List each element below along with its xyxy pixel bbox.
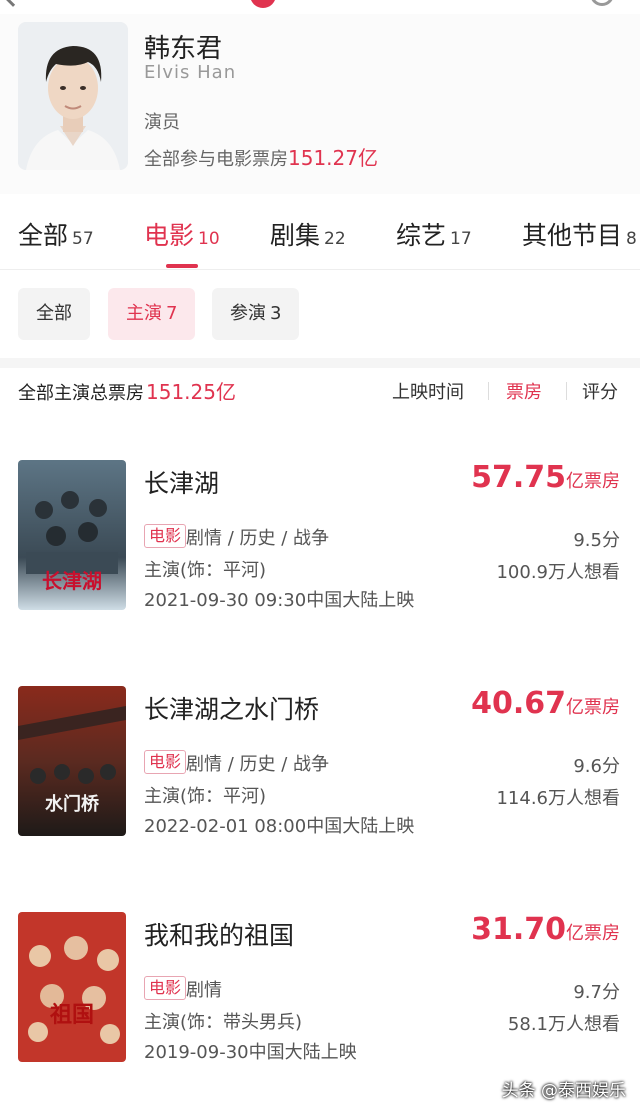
filter-all[interactable]: 全部 <box>18 288 90 340</box>
box-office-value: 57.75 <box>471 460 566 495</box>
movie-want-to-see: 100.9万人想看 <box>496 562 620 583</box>
movie-release-date: 2022-02-01 08:00中国大陆上映 <box>144 816 415 837</box>
movie-box-office: 40.67亿票房 <box>471 686 620 721</box>
back-chevron-icon[interactable] <box>3 0 23 7</box>
actor-english-name: Elvis Han <box>144 62 237 83</box>
movie-genres: 剧情 / 历史 / 战争 <box>186 528 330 549</box>
tab-label: 全部 <box>18 221 69 250</box>
movie-want-to-see: 114.6万人想看 <box>496 788 620 809</box>
actor-name: 韩东君 <box>144 34 223 64</box>
actor-role: 演员 <box>144 112 180 133</box>
role-filters: 全部 主演 7 参演 3 <box>0 270 640 358</box>
movie-genres: 剧情 <box>186 980 222 1001</box>
filter-label: 参演 <box>230 303 266 324</box>
box-office-unit: 亿票房 <box>566 697 620 718</box>
poster-title: 水门桥 <box>45 793 100 815</box>
tab-series[interactable]: 剧集 22 <box>270 216 346 252</box>
poster-title: 祖国 <box>50 1003 94 1028</box>
actor-profile: 韩东君 Elvis Han 演员 全部参与电影票房151.27亿 <box>0 14 640 194</box>
section-divider <box>0 358 640 368</box>
tab-label: 综艺 <box>396 221 447 250</box>
lead-box-office-summary: 全部主演总票房 151.25亿 <box>18 376 236 405</box>
avatar <box>18 22 128 170</box>
sort-box-office[interactable]: 票房 <box>506 378 542 404</box>
tab-count: 22 <box>324 229 346 249</box>
filter-count: 7 <box>166 303 178 324</box>
summary-label: 全部主演总票房 <box>18 383 144 404</box>
movie-title[interactable]: 长津湖之水门桥 <box>144 690 319 726</box>
filter-count: 3 <box>270 303 282 324</box>
poster-title: 长津湖 <box>42 569 102 593</box>
movie-box-office: 57.75亿票房 <box>471 460 620 495</box>
movie-score: 9.5分 <box>573 530 620 551</box>
circle-icon[interactable] <box>590 0 614 6</box>
box-office-value: 31.70 <box>471 912 566 947</box>
filter-label: 主演 <box>126 303 162 324</box>
tab-variety[interactable]: 综艺 17 <box>396 216 472 252</box>
tab-label: 剧集 <box>270 221 321 250</box>
box-office-value: 40.67 <box>471 686 566 721</box>
movie-type-tag: 电影 <box>144 750 187 774</box>
tab-label: 其他节目 <box>522 221 623 250</box>
sort-rating[interactable]: 评分 <box>582 378 618 404</box>
movie-want-to-see: 58.1万人想看 <box>507 1014 620 1035</box>
movie-poster[interactable]: 祖国 <box>18 912 126 1062</box>
red-circle-icon <box>250 0 276 8</box>
movie-type-tag: 电影 <box>144 524 187 548</box>
summary-amount: 151.25亿 <box>146 380 236 404</box>
top-bar-partial <box>0 0 640 14</box>
movie-role: 主演(饰：带头男兵) <box>144 1012 303 1033</box>
total-box-office-amount: 151.27亿 <box>288 146 378 170</box>
movie-role: 主演(饰：平河) <box>144 560 267 581</box>
movie-genres: 剧情 / 历史 / 战争 <box>186 754 330 775</box>
watermark: 头条 @泰西娱乐 <box>501 1081 626 1101</box>
movie-title[interactable]: 我和我的祖国 <box>144 916 294 952</box>
tab-count: 8 <box>626 229 637 249</box>
filter-supporting-role[interactable]: 参演 3 <box>212 288 300 340</box>
movie-score: 9.6分 <box>573 756 620 777</box>
tab-count: 57 <box>72 229 94 249</box>
box-office-unit: 亿票房 <box>566 923 620 944</box>
movie-poster[interactable]: 长津湖 <box>18 460 126 610</box>
movie-release-date: 2021-09-30 09:30中国大陆上映 <box>144 590 415 611</box>
tab-count: 17 <box>450 229 472 249</box>
movie-type-tag: 电影 <box>144 976 187 1000</box>
tab-label: 电影 <box>144 221 195 250</box>
category-tabs: 全部 57 电影 10 剧集 22 综艺 17 其他节目 8 <box>0 194 640 270</box>
movie-card[interactable]: 水门桥 长津湖之水门桥 40.67亿票房 电影 剧情 / 历史 / 战争 主演(… <box>0 686 640 896</box>
box-office-unit: 亿票房 <box>566 471 620 492</box>
filter-label: 全部 <box>36 303 72 324</box>
tab-all[interactable]: 全部 57 <box>18 216 94 252</box>
movie-poster[interactable]: 水门桥 <box>18 686 126 836</box>
movie-role: 主演(饰：平河) <box>144 786 267 807</box>
movie-release-date: 2019-09-30中国大陆上映 <box>144 1042 357 1063</box>
total-box-office-label: 全部参与电影票房 <box>144 149 288 170</box>
movie-title[interactable]: 长津湖 <box>144 464 219 500</box>
tab-count: 10 <box>198 229 220 249</box>
tab-other-programs[interactable]: 其他节目 8 <box>522 216 637 252</box>
sort-release-time[interactable]: 上映时间 <box>392 378 464 404</box>
total-box-office: 全部参与电影票房151.27亿 <box>144 142 378 171</box>
sort-separator <box>566 382 567 400</box>
movie-box-office: 31.70亿票房 <box>471 912 620 947</box>
active-tab-indicator <box>166 264 198 268</box>
sort-separator <box>488 382 489 400</box>
movie-card[interactable]: 长津湖 长津湖 57.75亿票房 电影 剧情 / 历史 / 战争 主演(饰：平河… <box>0 460 640 670</box>
tab-movies[interactable]: 电影 10 <box>144 216 220 252</box>
movie-score: 9.7分 <box>573 982 620 1003</box>
filter-lead-role[interactable]: 主演 7 <box>108 288 196 340</box>
